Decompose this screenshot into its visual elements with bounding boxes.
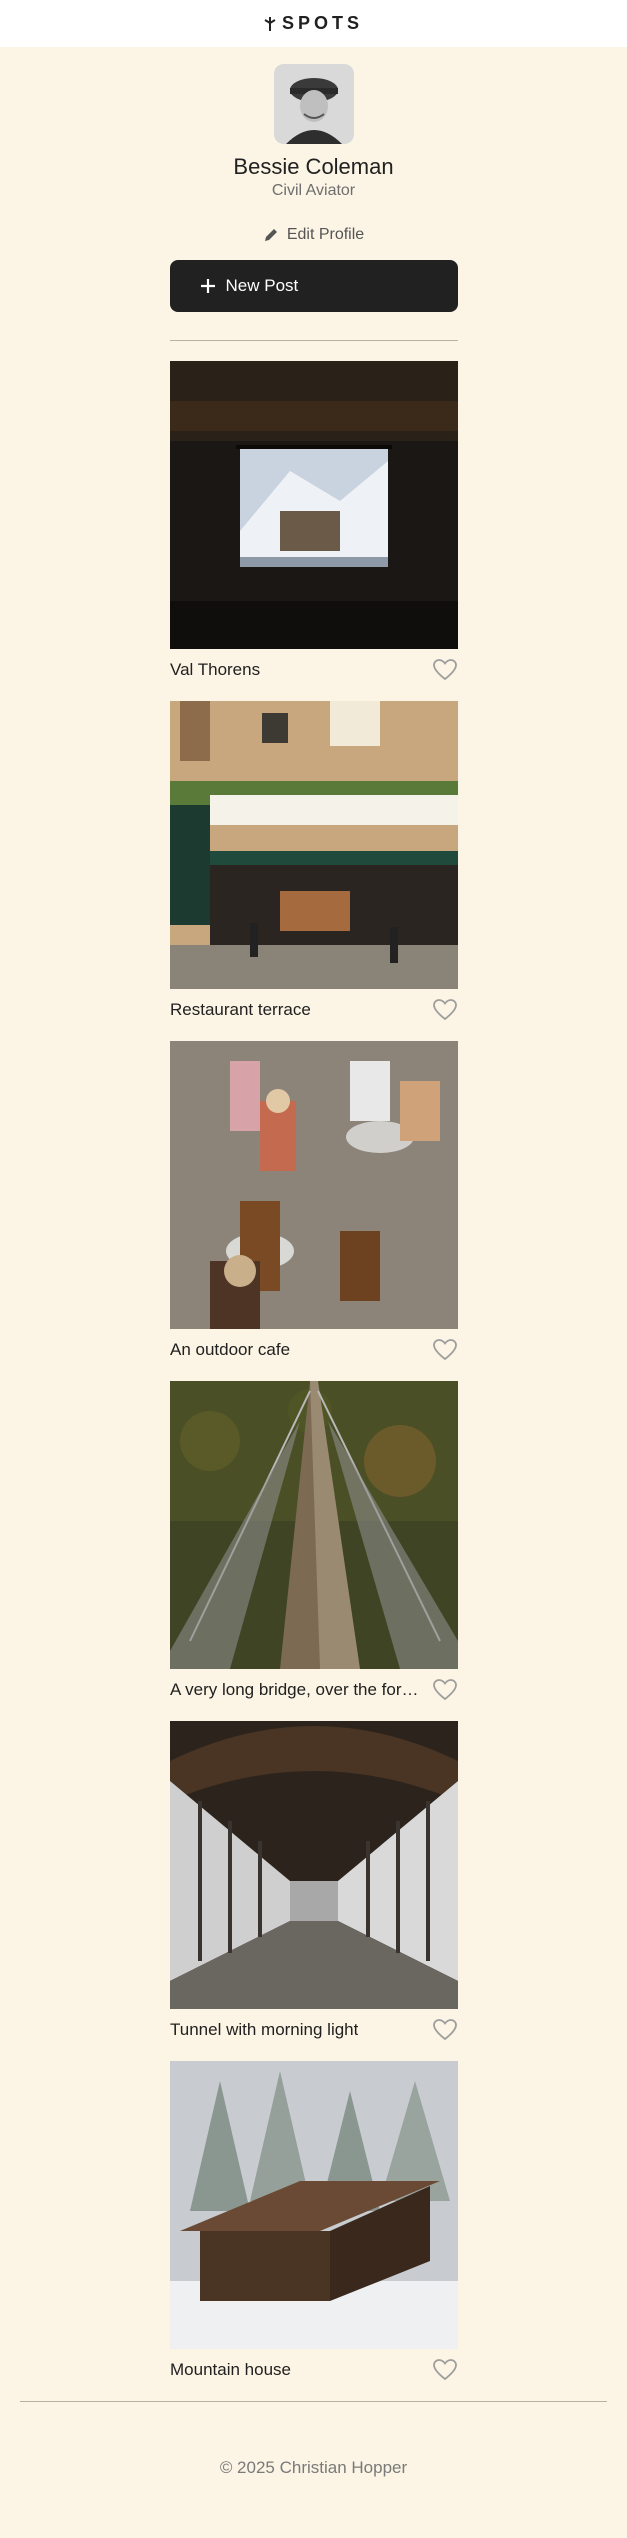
card: A very long bridge, over the forest and … xyxy=(170,1381,458,1721)
card-image[interactable] xyxy=(170,1721,458,2009)
card-footer: Mountain house xyxy=(170,2349,458,2391)
card-image[interactable] xyxy=(170,2061,458,2349)
card-image[interactable] xyxy=(170,1041,458,1329)
card-image[interactable] xyxy=(170,361,458,649)
heart-icon[interactable] xyxy=(432,2358,458,2382)
heart-icon[interactable] xyxy=(432,1678,458,1702)
card-title: An outdoor cafe xyxy=(170,1340,291,1359)
pencil-icon xyxy=(264,229,277,241)
new-post-label: New Post xyxy=(225,276,299,295)
plus-icon xyxy=(200,279,215,293)
heart-icon[interactable] xyxy=(432,658,458,682)
copyright-text: © 2025 Christian Hopper xyxy=(219,2458,408,2477)
edit-profile-label: Edit Profile xyxy=(286,226,365,243)
spots-logo[interactable]: SPOTS xyxy=(264,13,363,34)
card-title: A very long bridge, over the forest and … xyxy=(170,1680,420,1699)
card-image[interactable] xyxy=(170,701,458,989)
card-title: Restaurant terrace xyxy=(170,1000,311,1019)
profile-section: Bessie Coleman Civil Aviator Edit Profil… xyxy=(0,64,627,312)
card-footer: Val Thorens xyxy=(170,649,458,691)
heart-icon[interactable] xyxy=(432,1338,458,1362)
card: Val Thorens xyxy=(170,361,458,701)
card-footer: Tunnel with morning light xyxy=(170,2009,458,2051)
heart-icon[interactable] xyxy=(432,2018,458,2042)
edit-profile-button[interactable]: Edit Profile xyxy=(263,226,364,244)
card-footer: A very long bridge, over the forest and … xyxy=(170,1669,458,1711)
card-footer: Restaurant terrace xyxy=(170,989,458,1031)
profile-divider xyxy=(170,340,458,341)
card: Restaurant terrace xyxy=(170,701,458,1041)
logo-mark-icon xyxy=(264,16,276,31)
cards-list: Val Thorens Restaurant terrace An outdoo… xyxy=(170,361,458,2401)
card: An outdoor cafe xyxy=(170,1041,458,1381)
profile-name: Bessie Coleman xyxy=(233,154,394,179)
heart-icon[interactable] xyxy=(432,998,458,1022)
footer-divider xyxy=(20,2401,607,2402)
card: Tunnel with morning light xyxy=(170,1721,458,2061)
brand-name: SPOTS xyxy=(281,13,363,33)
card-title: Mountain house xyxy=(170,2360,291,2379)
new-post-button[interactable]: New Post xyxy=(169,260,458,312)
card: Mountain house xyxy=(170,2061,458,2401)
card-image[interactable] xyxy=(170,1381,458,1669)
top-header: SPOTS xyxy=(0,0,627,47)
card-title: Val Thorens xyxy=(170,660,261,679)
avatar xyxy=(273,64,354,144)
card-footer: An outdoor cafe xyxy=(170,1329,458,1371)
card-title: Tunnel with morning light xyxy=(170,2020,359,2039)
avatar-photo xyxy=(273,64,354,144)
profile-role: Civil Aviator xyxy=(271,182,356,199)
